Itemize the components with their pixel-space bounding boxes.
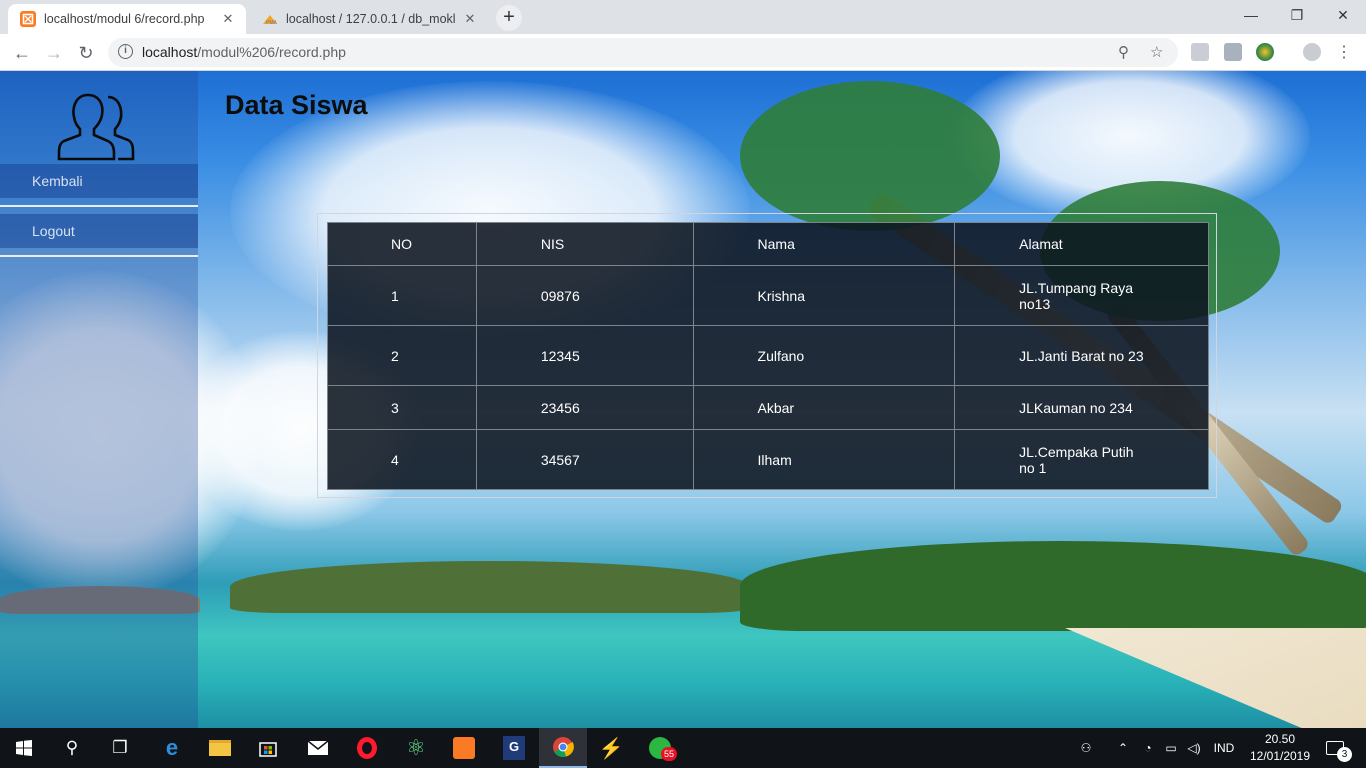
language-indicator[interactable]: IND [1208,728,1240,768]
cell-no: 2 [327,325,477,386]
search-icon[interactable]: ⚲ [48,728,96,768]
sidebar-item-kembali[interactable]: Kembali [0,164,198,198]
volume-icon[interactable]: ◁) [1183,728,1205,768]
whatsapp-icon[interactable]: 55 [636,728,684,768]
cell-nis: 23456 [475,385,694,430]
tab-title: localhost / 127.0.0.1 / db_moklet [286,12,456,26]
extension-icon[interactable] [1256,43,1274,61]
cell-nis: 09876 [475,265,694,326]
tab-title: localhost/modul 6/record.php [44,12,205,26]
sidebar-item-logout[interactable]: Logout [0,214,198,248]
wifi-icon[interactable]: ◔ [1138,728,1158,768]
task-view-icon[interactable]: ❐ [96,728,144,768]
svg-text:PMA: PMA [266,20,278,25]
cell-alamat: JL.Tumpang Raya no13 [954,265,1209,326]
sidebar: Kembali Logout [0,71,198,728]
beach [1065,628,1366,728]
page-title: Data Siswa [225,90,368,120]
restore-icon[interactable]: ❐ [1274,0,1320,30]
cell-alamat: JL.Cempaka Putih no 1 [954,429,1209,490]
cell-nama: Akbar [692,385,956,430]
table-row: 3 23456 Akbar JLKauman no 234 [327,385,1209,430]
pdf-icon[interactable]: G [490,728,538,768]
extension-icon[interactable] [1224,43,1242,61]
island [230,561,750,613]
cell-nis: 12345 [475,325,694,386]
people-icon[interactable]: ⚇ [1074,728,1098,768]
cell-nama: Ilham [692,429,956,490]
menu-divider [0,205,198,207]
chrome-icon[interactable] [539,728,587,768]
opera-icon[interactable] [343,728,391,768]
site-info-icon[interactable]: i [118,44,133,59]
bookmark-star-icon[interactable]: ☆ [1150,43,1163,61]
file-explorer-icon[interactable] [196,728,244,768]
url-text[interactable]: localhost/modul%206/record.php [142,44,346,60]
tab-record[interactable]: localhost/modul 6/record.php ✕ [8,4,246,34]
column-header-no: NO [327,222,477,266]
minimize-icon[interactable]: — [1228,0,1274,30]
notification-badge: 55 [661,747,677,761]
store-icon[interactable] [244,728,292,768]
action-center-icon[interactable]: 3 [1320,728,1352,768]
sublime-icon[interactable]: ⚡ [587,728,635,768]
taskbar: ⚲ ❐ e ⚛ G ⚡ 55 ⚇ ⌃ ◔ ▭ ◁) IND 20.50 12/0… [0,728,1366,768]
users-icon [57,93,135,161]
menu-divider [0,255,198,257]
clock[interactable]: 20.50 12/01/2019 [1240,731,1320,765]
forward-icon[interactable]: → [40,39,68,67]
battery-icon[interactable]: ▭ [1160,728,1182,768]
address-bar[interactable]: i localhost/modul%206/record.php ⚲ ☆ [108,38,1178,67]
window-close-icon[interactable]: ✕ [1320,0,1366,30]
zoom-icon[interactable]: ⚲ [1118,43,1129,61]
xampp-favicon-icon [20,11,36,27]
table-row: 1 09876 Krishna JL.Tumpang Raya no13 [327,265,1209,326]
edge-icon[interactable]: e [148,728,196,768]
notification-badge: 3 [1337,747,1352,762]
column-header-nama: Nama [692,222,956,266]
cell-no: 1 [327,265,477,326]
phpmyadmin-favicon-icon: PMA [262,11,278,27]
cell-no: 4 [327,429,477,490]
cell-nama: Zulfano [692,325,956,386]
tab-close-icon[interactable]: ✕ [462,11,478,27]
browser-toolbar: ← → ↻ i localhost/modul%206/record.php ⚲… [0,34,1366,71]
cell-no: 3 [327,385,477,430]
column-header-alamat: Alamat [954,222,1209,266]
column-header-nis: NIS [475,222,694,266]
mail-icon[interactable] [294,728,342,768]
new-tab-button[interactable]: + [496,5,522,31]
palm-frond [740,81,1000,231]
table-row: 4 34567 Ilham JL.Cempaka Putih no 1 [327,429,1209,490]
clock-time: 20.50 [1264,732,1296,746]
profile-avatar-icon[interactable] [1303,43,1321,61]
reload-icon[interactable]: ↻ [72,39,100,67]
xampp-icon[interactable] [440,728,488,768]
table-header-row: NO NIS Nama Alamat [327,222,1209,266]
start-icon[interactable] [0,728,48,768]
tab-phpmyadmin[interactable]: PMA localhost / 127.0.0.1 / db_moklet ✕ [250,4,488,34]
tab-close-icon[interactable]: ✕ [220,11,236,27]
page-content: Kembali Logout Data Siswa NO NIS Nama Al… [0,71,1366,728]
table-row: 2 12345 Zulfano JL.Janti Barat no 23 [327,325,1209,386]
extension-icon[interactable] [1191,43,1209,61]
show-hidden-icons-icon[interactable]: ⌃ [1112,728,1134,768]
cell-alamat: JL.Janti Barat no 23 [954,325,1209,386]
cell-alamat: JLKauman no 234 [954,385,1209,430]
table-frame: NO NIS Nama Alamat 1 09876 Krishna JL.Tu… [317,213,1217,498]
atom-icon[interactable]: ⚛ [392,728,440,768]
tab-strip: localhost/modul 6/record.php ✕ PMA local… [0,0,1366,34]
clock-date: 12/01/2019 [1249,749,1311,763]
island [740,541,1366,631]
menu-dots-icon[interactable]: ⋮ [1330,39,1358,67]
student-table: NO NIS Nama Alamat 1 09876 Krishna JL.Tu… [327,222,1209,490]
cell-nis: 34567 [475,429,694,490]
back-icon[interactable]: ← [8,39,36,67]
cell-nama: Krishna [692,265,956,326]
